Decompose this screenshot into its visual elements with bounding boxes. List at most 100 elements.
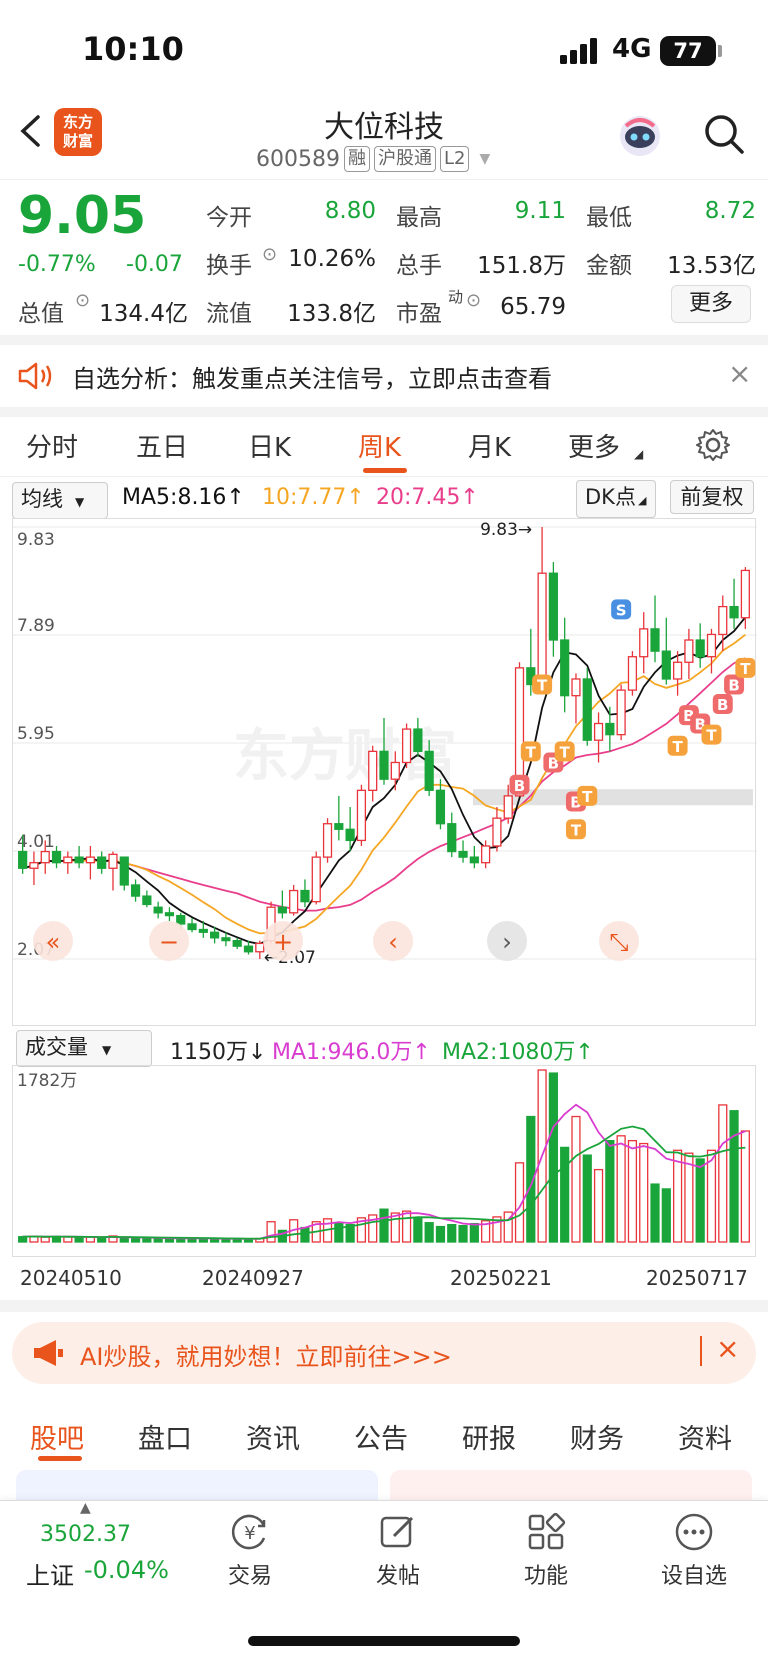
- y-tick-label: 9.83: [17, 530, 55, 550]
- scroll-left-icon[interactable]: ‹: [373, 921, 413, 961]
- adjust-button[interactable]: 前复权: [670, 480, 754, 514]
- tab-monthly-k[interactable]: 月K: [468, 427, 511, 464]
- candle: [368, 750, 378, 791]
- nav-glyph: +: [273, 928, 293, 956]
- tab-finance[interactable]: 财务: [570, 1417, 624, 1456]
- amount-value: 13.53亿: [667, 253, 756, 279]
- volume-chart[interactable]: 1782万: [13, 1066, 757, 1258]
- candle: [560, 639, 570, 697]
- notice-bar[interactable]: 自选分析：触发重点关注信号，立即点击查看 ×: [0, 345, 768, 407]
- forum-card[interactable]: [16, 1470, 378, 1500]
- volume-bar: [300, 1226, 310, 1243]
- nav-glyph: −: [159, 928, 179, 956]
- more-quote-button[interactable]: 更多: [671, 285, 751, 323]
- candle: [334, 823, 344, 830]
- function-grid-icon[interactable]: [526, 1512, 566, 1552]
- notice-text: 自选分析：触发重点关注信号，立即点击查看: [72, 365, 552, 393]
- candle: [63, 856, 73, 864]
- tab-announcements[interactable]: 公告: [354, 1417, 408, 1456]
- candle: [593, 722, 604, 741]
- more-dots-icon[interactable]: [674, 1512, 714, 1552]
- nav-glyph: ⤡: [609, 928, 628, 956]
- toolbar-function[interactable]: 功能: [496, 1558, 596, 1590]
- tab-weekly-k[interactable]: 周K: [358, 427, 401, 464]
- high-value: 9.11: [514, 198, 566, 224]
- settings-gear-icon[interactable]: [696, 428, 730, 462]
- kline-chart-frame[interactable]: 9.837.895.954.012.07东方财富9.83→←2.07TTBBTB…: [12, 518, 757, 1027]
- badge-letter: B: [728, 677, 739, 695]
- volume-selector[interactable]: 成交量 ▼: [16, 1030, 152, 1067]
- candle: [379, 750, 389, 780]
- open-label: 今开: [206, 205, 252, 231]
- volume-bar: [142, 1237, 152, 1243]
- fullscreen-icon[interactable]: ⤡: [599, 921, 639, 961]
- volume-bar: [605, 1140, 615, 1243]
- tab-research[interactable]: 研报: [462, 1417, 516, 1456]
- volume-bar: [729, 1110, 739, 1243]
- candle: [289, 889, 299, 914]
- info-dots-icon[interactable]: ⊙: [262, 244, 277, 265]
- status-time: 10:10: [82, 30, 184, 68]
- ai-ad-banner[interactable]: AI炒股，就用妙想！立即前往>>> ×: [12, 1322, 756, 1384]
- candle: [718, 605, 728, 636]
- scroll-right-icon[interactable]: ›: [487, 921, 527, 961]
- info-dots-icon[interactable]: ⊙: [75, 290, 90, 311]
- tab-profile[interactable]: 资料: [678, 1417, 732, 1456]
- kline-chart[interactable]: 9.837.895.954.012.07东方财富9.83→←2.07TTBBTB…: [13, 519, 757, 1027]
- expand-up-icon[interactable]: ▲: [80, 1500, 91, 1516]
- volume-bar: [695, 1158, 705, 1243]
- dk-point-button[interactable]: DK点 ◢: [576, 480, 656, 518]
- volume-bar: [650, 1183, 660, 1243]
- scroll-left-fast-icon[interactable]: «: [33, 921, 73, 961]
- candle: [108, 853, 118, 869]
- badge-letter: B: [514, 777, 525, 795]
- volume-chart-frame[interactable]: 1782万: [12, 1065, 756, 1257]
- candle: [277, 906, 287, 914]
- candle: [187, 923, 197, 931]
- tab-forum[interactable]: 股吧: [30, 1417, 84, 1456]
- candle: [447, 823, 457, 853]
- chevron-down-icon: ▼: [479, 151, 491, 167]
- forum-card[interactable]: [390, 1470, 752, 1500]
- volume-bar: [672, 1149, 683, 1243]
- zoom-out-icon[interactable]: −: [149, 921, 189, 961]
- tab-more[interactable]: 更多: [568, 427, 620, 464]
- candle: [356, 789, 367, 842]
- tab-five-day[interactable]: 五日: [136, 427, 188, 464]
- info-dots-icon[interactable]: ⊙: [466, 290, 481, 311]
- toolbar-trade[interactable]: 交易: [200, 1558, 300, 1590]
- ma-selector[interactable]: 均线 ▼: [12, 482, 108, 519]
- index-value[interactable]: 3502.37: [40, 1522, 131, 1547]
- mktcap-value: 134.4亿: [99, 301, 188, 327]
- candle: [322, 823, 333, 858]
- candle: [481, 845, 491, 864]
- volume-bar: [63, 1236, 73, 1243]
- volume-bar: [119, 1237, 129, 1243]
- volume-bar: [548, 1072, 558, 1243]
- zoom-in-icon[interactable]: +: [263, 921, 303, 961]
- current-price: 9.05: [18, 186, 147, 246]
- stock-code-row[interactable]: 600589 融 沪股通 L2 ▼: [256, 146, 490, 172]
- candle: [435, 789, 446, 825]
- turnover-label: 换手: [206, 253, 252, 279]
- badge-letter: S: [616, 601, 627, 619]
- search-icon[interactable]: [702, 112, 746, 156]
- active-tab-underline: [38, 1456, 82, 1461]
- volume-bar: [560, 1146, 570, 1243]
- notice-close-icon[interactable]: ×: [728, 357, 751, 390]
- candle: [210, 931, 220, 939]
- tab-intraday[interactable]: 分时: [26, 427, 78, 464]
- candle: [85, 856, 96, 864]
- tab-daily-k[interactable]: 日K: [248, 427, 291, 464]
- level2-tag: L2: [439, 146, 470, 172]
- signal-T-badge: T: [565, 819, 586, 840]
- toolbar-add-watchlist[interactable]: 设自选: [644, 1558, 744, 1590]
- ad-close-icon[interactable]: ×: [716, 1332, 739, 1365]
- toolbar-post[interactable]: 发帖: [348, 1558, 448, 1590]
- tab-news[interactable]: 资讯: [246, 1417, 300, 1456]
- trade-yen-icon[interactable]: ¥: [230, 1512, 270, 1552]
- robot-assistant-icon[interactable]: [616, 112, 664, 160]
- compose-icon[interactable]: [378, 1512, 418, 1552]
- tab-order-book[interactable]: 盘口: [138, 1417, 192, 1456]
- index-change: -0.04%: [84, 1556, 169, 1584]
